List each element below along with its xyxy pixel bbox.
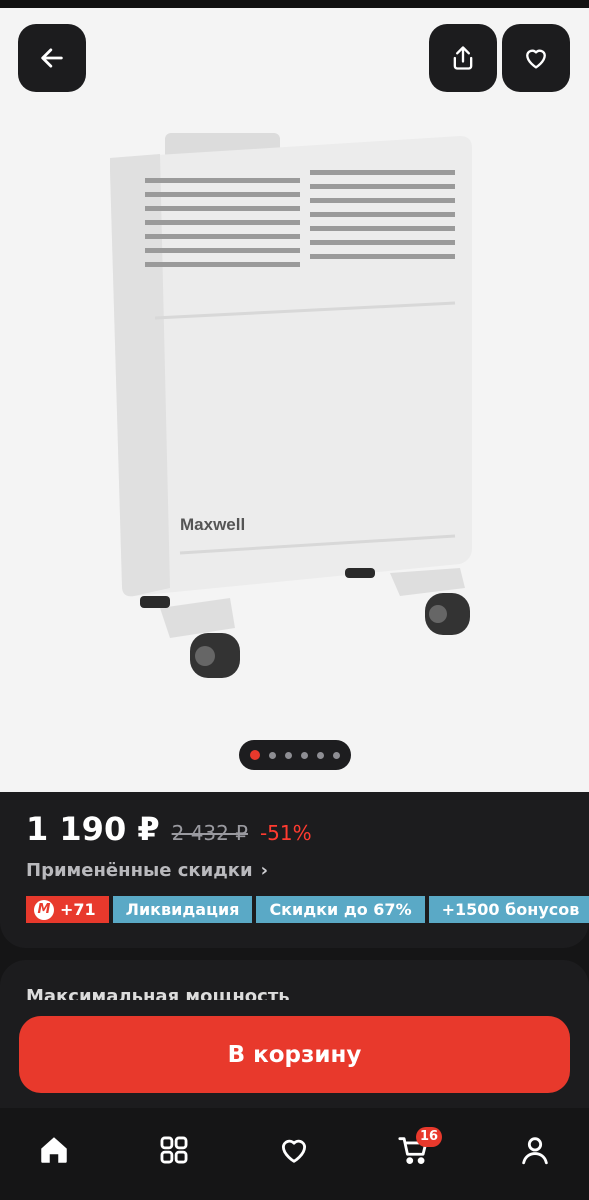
heart-icon [526, 49, 546, 69]
back-button[interactable] [18, 24, 86, 92]
tab-home[interactable] [24, 1128, 84, 1172]
bonus-logo-icon: М [34, 899, 54, 920]
heart-icon [281, 1139, 307, 1163]
tab-cart[interactable]: 16 [384, 1127, 444, 1172]
applied-discounts-link[interactable]: Применённые скидки › [26, 860, 268, 881]
price-row: 1 190 ₽ 2 432 ₽ -51% [26, 810, 312, 848]
pagination-dot[interactable] [269, 751, 276, 759]
applied-discounts-label: Применённые скидки [26, 860, 253, 881]
promo-badges: М +71 Ликвидация Скидки до 67% +1500 бон… [26, 896, 589, 923]
badge-liquidation[interactable]: Ликвидация [112, 896, 253, 923]
product-image-heater: Maxwell [110, 133, 472, 678]
badge-discounts[interactable]: Скидки до 67% [256, 896, 425, 923]
product-brand-text: Maxwell [180, 515, 245, 534]
add-to-cart-label: В корзину [227, 1041, 362, 1068]
catalog-grid-icon [160, 1136, 188, 1164]
pagination-dot[interactable] [285, 751, 292, 759]
pagination-dot-active[interactable] [250, 750, 260, 760]
specs-title: Максимальная мощность [26, 986, 290, 1000]
home-icon [41, 1137, 67, 1163]
pagination-dot[interactable] [317, 751, 324, 759]
pagination-dot[interactable] [301, 751, 308, 759]
pagination-dot[interactable] [333, 751, 340, 759]
badge-bonuses[interactable]: +1500 бонусов [428, 896, 589, 923]
price-card: 1 190 ₽ 2 432 ₽ -51% Применённые скидки … [0, 792, 589, 948]
bonus-badge-label: +71 [60, 900, 96, 919]
share-button[interactable] [429, 24, 497, 92]
cart-count-badge: 16 [416, 1127, 443, 1147]
status-bar [0, 0, 589, 8]
old-price: 2 432 ₽ [171, 821, 248, 845]
discount-percent: -51% [259, 821, 312, 845]
product-gallery[interactable]: Maxwell [0, 8, 589, 792]
bottom-tab-bar: 16 [0, 1108, 589, 1200]
gallery-pagination[interactable] [239, 740, 351, 770]
tab-favorites[interactable] [264, 1128, 324, 1172]
current-price: 1 190 ₽ [26, 810, 160, 848]
add-to-cart-button[interactable]: В корзину [19, 1016, 570, 1093]
bonus-badge[interactable]: М +71 [26, 896, 109, 923]
favorite-button[interactable] [502, 24, 570, 92]
profile-icon [522, 1137, 548, 1165]
tab-catalog[interactable] [144, 1128, 204, 1172]
tab-profile[interactable] [505, 1128, 565, 1172]
chevron-right-icon: › [260, 860, 269, 881]
share-icon [453, 46, 473, 70]
arrow-left-icon [41, 48, 63, 68]
